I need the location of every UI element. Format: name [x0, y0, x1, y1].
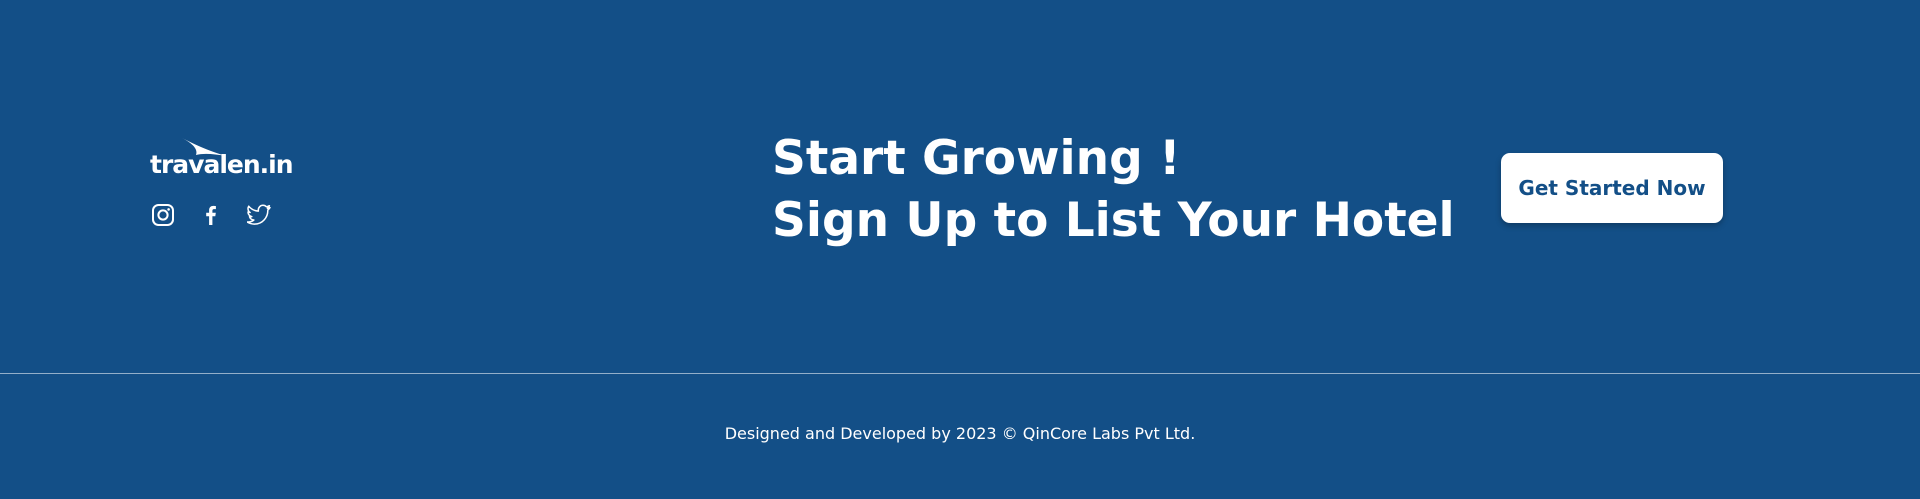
- brand-block: travalen.in: [150, 134, 294, 226]
- logo[interactable]: travalen.in: [150, 134, 294, 182]
- cta-section: travalen.in Start Growing ! Sign Up to L…: [0, 0, 1920, 373]
- logo-text: travalen.in: [150, 150, 294, 179]
- twitter-icon: [247, 204, 271, 225]
- facebook-icon: [206, 205, 216, 225]
- get-started-button[interactable]: Get Started Now: [1501, 153, 1723, 223]
- copyright-text: Designed and Developed by 2023 © QinCore…: [724, 424, 1196, 443]
- facebook-link[interactable]: [198, 202, 224, 228]
- instagram-icon: [152, 204, 174, 226]
- headline-line-2: Sign Up to List Your Hotel: [772, 193, 1455, 248]
- headline-line-1: Start Growing !: [772, 131, 1181, 186]
- twitter-link[interactable]: [246, 202, 272, 228]
- footer-divider: [0, 373, 1920, 374]
- cta-headline: Start Growing ! Sign Up to List Your Hot…: [772, 128, 1455, 252]
- instagram-link[interactable]: [150, 202, 176, 228]
- social-links: [150, 202, 294, 228]
